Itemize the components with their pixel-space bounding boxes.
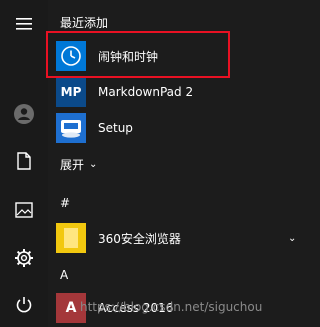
group-header-a[interactable]: A (60, 268, 68, 282)
app-item-setup[interactable]: Setup (56, 112, 296, 144)
access-icon: A (65, 300, 77, 316)
user-account-button[interactable] (0, 94, 48, 134)
highlight-box (46, 31, 230, 78)
settings-button[interactable] (0, 238, 48, 278)
app-tile (56, 223, 86, 253)
app-item-markdownpad[interactable]: MP MarkdownPad 2 (56, 76, 296, 108)
start-menu-rail (0, 0, 48, 327)
pictures-icon (15, 202, 33, 218)
app-label: MarkdownPad 2 (98, 85, 194, 99)
markdownpad-icon: MP (60, 85, 82, 99)
pictures-button[interactable] (0, 190, 48, 230)
setup-icon (61, 120, 81, 138)
app-item-360-browser-folder[interactable]: 360安全浏览器 ⌄ (56, 222, 296, 254)
expand-button[interactable]: 展开 ⌄ (60, 156, 97, 173)
app-tile: MP (56, 77, 86, 107)
app-label: 360安全浏览器 (98, 231, 181, 246)
hamburger-menu-button[interactable] (0, 4, 48, 44)
documents-icon (17, 152, 31, 170)
chevron-down-icon: ⌄ (89, 159, 98, 170)
power-button[interactable] (0, 285, 48, 325)
folder-icon (64, 228, 78, 248)
user-avatar-icon (14, 104, 34, 124)
settings-icon (15, 249, 33, 267)
documents-button[interactable] (0, 141, 48, 181)
chevron-down-icon[interactable]: ⌄ (288, 233, 296, 244)
group-header-hash[interactable]: # (60, 196, 70, 210)
app-tile (56, 113, 86, 143)
watermark-text: https://blog.csdn.net/siguchou (80, 300, 263, 314)
expand-label: 展开 (60, 158, 85, 172)
recently-added-header: 最近添加 (60, 16, 109, 30)
power-icon (16, 297, 32, 313)
app-label: Setup (98, 121, 133, 135)
hamburger-icon (16, 18, 32, 30)
